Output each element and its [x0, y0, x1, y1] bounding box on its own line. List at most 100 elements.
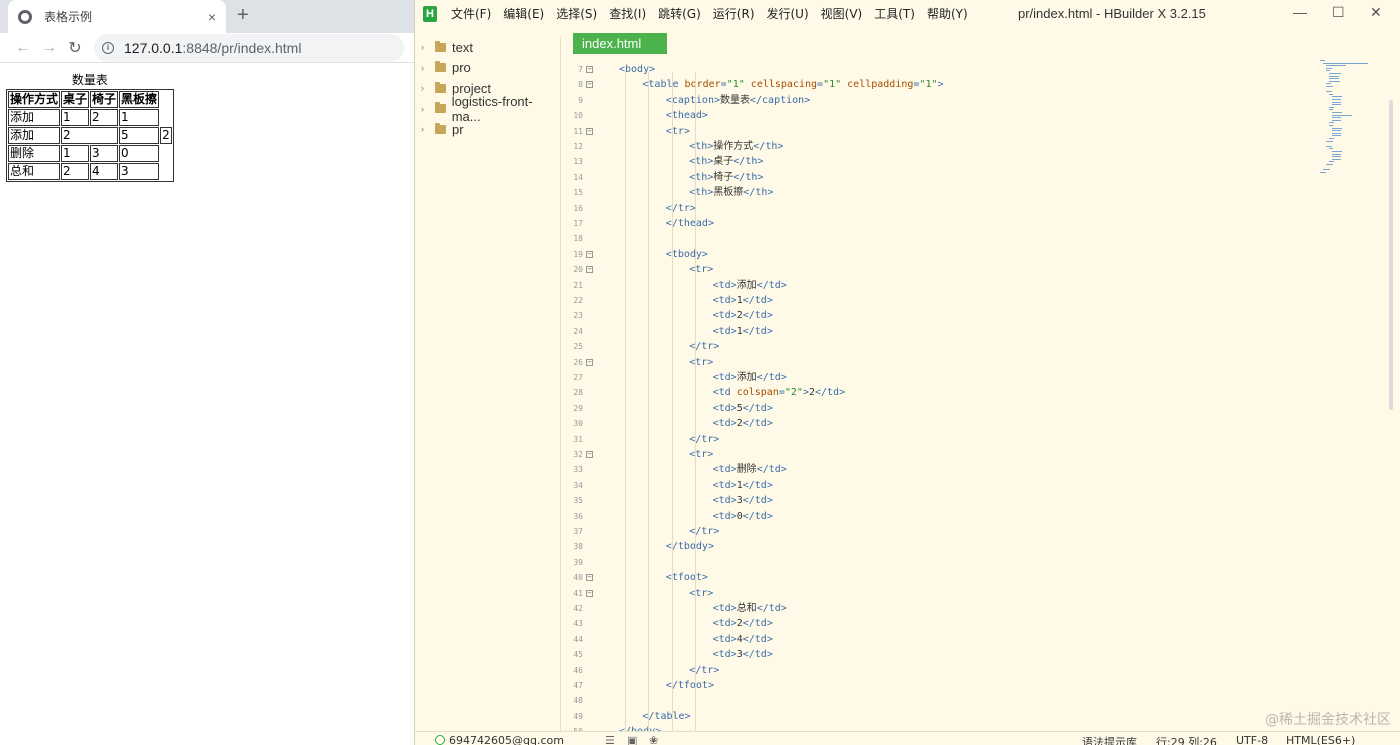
tree-item-logistics[interactable]: › logistics-front-ma... [415, 94, 560, 124]
address-bar[interactable]: i 127.0.0.1:8848/pr/index.html [94, 33, 404, 62]
code-line[interactable]: 12 <th>操作方式</th> [561, 139, 1331, 154]
menu-view[interactable]: 视图(V) [821, 5, 863, 22]
code-line[interactable]: 11− <tr> [561, 124, 1331, 139]
forward-icon[interactable]: → [36, 39, 62, 57]
code-line[interactable]: 24 <td>1</td> [561, 324, 1331, 339]
code-line[interactable]: 22 <td>1</td> [561, 293, 1331, 308]
fold-toggle-icon[interactable]: − [586, 358, 593, 366]
code-line[interactable]: 32− <tr> [561, 447, 1331, 462]
code-line[interactable]: 34 <td>1</td> [561, 478, 1331, 493]
browser-tab[interactable]: 表格示例 × [8, 0, 226, 33]
code-line[interactable]: 8− <table border="1" cellspacing="1" cell… [561, 77, 1331, 92]
editor-tab-index-html[interactable]: index.html [573, 33, 667, 54]
code-line[interactable]: 26− <tr> [561, 355, 1331, 370]
code-line[interactable]: 31 </tr> [561, 432, 1331, 447]
table-cell: 2 [61, 127, 119, 144]
menu-find[interactable]: 查找(I) [609, 5, 646, 22]
code-line[interactable]: 9 <caption>数量表</caption> [561, 93, 1331, 108]
menu-file[interactable]: 文件(F) [451, 5, 491, 22]
chevron-right-icon[interactable]: › [421, 104, 433, 114]
code-line[interactable]: 35 <td>3</td> [561, 493, 1331, 508]
code-line[interactable]: 49 </table> [561, 709, 1331, 724]
fold-toggle-icon[interactable]: − [586, 574, 593, 582]
code-line[interactable]: 43 <td>2</td> [561, 616, 1331, 631]
language-mode[interactable]: HTML(ES6+) [1286, 734, 1355, 745]
menu-tools[interactable]: 工具(T) [874, 5, 915, 22]
code-line[interactable]: 40− <tfoot> [561, 570, 1331, 585]
chevron-right-icon[interactable]: › [421, 42, 433, 52]
code-line[interactable]: 45 <td>3</td> [561, 647, 1331, 662]
menu-goto[interactable]: 跳转(G) [658, 5, 701, 22]
code-line[interactable]: 33 <td>删除</td> [561, 462, 1331, 477]
url-text[interactable]: 127.0.0.1:8848/pr/index.html [124, 40, 301, 56]
menu-edit[interactable]: 编辑(E) [503, 5, 544, 22]
user-account[interactable]: 694742605@qq.com [435, 734, 564, 745]
code-line[interactable]: 28 <td colspan="2">2</td> [561, 385, 1331, 400]
code-line[interactable]: 14 <th>椅子</th> [561, 170, 1331, 185]
user-icon [435, 735, 445, 745]
minimap-line [1329, 75, 1339, 77]
code-editor[interactable]: 7− <body> 8− <table border="1" cellspacing=… [561, 62, 1331, 731]
close-window-button[interactable]: ✕ [1370, 4, 1382, 21]
code-line[interactable]: 39 [561, 555, 1331, 570]
fold-toggle-icon[interactable]: − [586, 66, 593, 73]
back-icon[interactable]: ← [10, 39, 36, 57]
menu-help[interactable]: 帮助(Y) [927, 5, 968, 22]
browser-window: 表格示例 × + ← → ↻ i 127.0.0.1:8848/pr/index… [0, 0, 414, 745]
code-line[interactable]: 47 </tfoot> [561, 678, 1331, 693]
code-line[interactable]: 18 [561, 231, 1331, 246]
code-line[interactable]: 25 </tr> [561, 339, 1331, 354]
fold-toggle-icon[interactable]: − [586, 589, 593, 597]
code-line[interactable]: 37 </tr> [561, 524, 1331, 539]
menu-select[interactable]: 选择(S) [556, 5, 597, 22]
tree-item-text[interactable]: › text [415, 37, 560, 58]
code-line[interactable]: 15 <th>黑板擦</th> [561, 185, 1331, 200]
code-line[interactable]: 13 <th>桌子</th> [561, 154, 1331, 169]
code-line[interactable]: 16 </tr> [561, 201, 1331, 216]
code-line[interactable]: 44 <td>4</td> [561, 632, 1331, 647]
cursor-position[interactable]: 行:29 列:26 [1156, 734, 1217, 745]
syntax-hint-library[interactable]: 语法提示库 [1082, 734, 1137, 745]
maximize-button[interactable]: ☐ [1332, 4, 1345, 21]
code-line[interactable]: 36 <td>0</td> [561, 509, 1331, 524]
code-line[interactable]: 30 <td>2</td> [561, 416, 1331, 431]
code-line[interactable]: 17 </thead> [561, 216, 1331, 231]
code-line[interactable]: 42 <td>总和</td> [561, 601, 1331, 616]
file-encoding[interactable]: UTF-8 [1236, 734, 1268, 745]
code-text: </tr> [689, 341, 720, 353]
code-line[interactable]: 20− <tr> [561, 262, 1331, 277]
fold-toggle-icon[interactable]: − [586, 127, 593, 135]
code-line[interactable]: 48 [561, 693, 1331, 708]
minimize-button[interactable]: — [1293, 4, 1307, 20]
minimap[interactable] [1317, 60, 1377, 180]
fold-toggle-icon[interactable]: − [586, 81, 593, 89]
code-line[interactable]: 27 <td>添加</td> [561, 370, 1331, 385]
site-info-icon[interactable]: i [102, 41, 114, 54]
tree-item-pro[interactable]: › pro [415, 58, 560, 79]
palette-icon[interactable]: ❀ [649, 734, 658, 745]
code-line[interactable]: 7− <body> [561, 62, 1331, 77]
list-icon[interactable]: ☰ [605, 734, 615, 745]
code-line[interactable]: 38 </tbody> [561, 539, 1331, 554]
image-icon[interactable]: ▣ [627, 734, 637, 745]
vertical-scrollbar[interactable] [1389, 100, 1393, 410]
close-tab-icon[interactable]: × [208, 9, 216, 25]
code-line[interactable]: 23 <td>2</td> [561, 308, 1331, 323]
code-line[interactable]: 50</body> [561, 724, 1331, 731]
code-line[interactable]: 29 <td>5</td> [561, 401, 1331, 416]
code-line[interactable]: 41− <tr> [561, 586, 1331, 601]
code-line[interactable]: 10 <thead> [561, 108, 1331, 123]
menu-run[interactable]: 运行(R) [713, 5, 755, 22]
fold-toggle-icon[interactable]: − [586, 250, 593, 258]
fold-toggle-icon[interactable]: − [586, 266, 593, 274]
reload-icon[interactable]: ↻ [62, 38, 88, 58]
new-tab-button[interactable]: + [237, 4, 249, 27]
chevron-right-icon[interactable]: › [421, 83, 433, 93]
chevron-right-icon[interactable]: › [421, 124, 433, 134]
code-line[interactable]: 21 <td>添加</td> [561, 278, 1331, 293]
fold-toggle-icon[interactable]: − [586, 451, 593, 458]
chevron-right-icon[interactable]: › [421, 63, 433, 73]
code-line[interactable]: 46 </tr> [561, 663, 1331, 678]
code-line[interactable]: 19− <tbody> [561, 247, 1331, 262]
menu-publish[interactable]: 发行(U) [767, 5, 809, 22]
